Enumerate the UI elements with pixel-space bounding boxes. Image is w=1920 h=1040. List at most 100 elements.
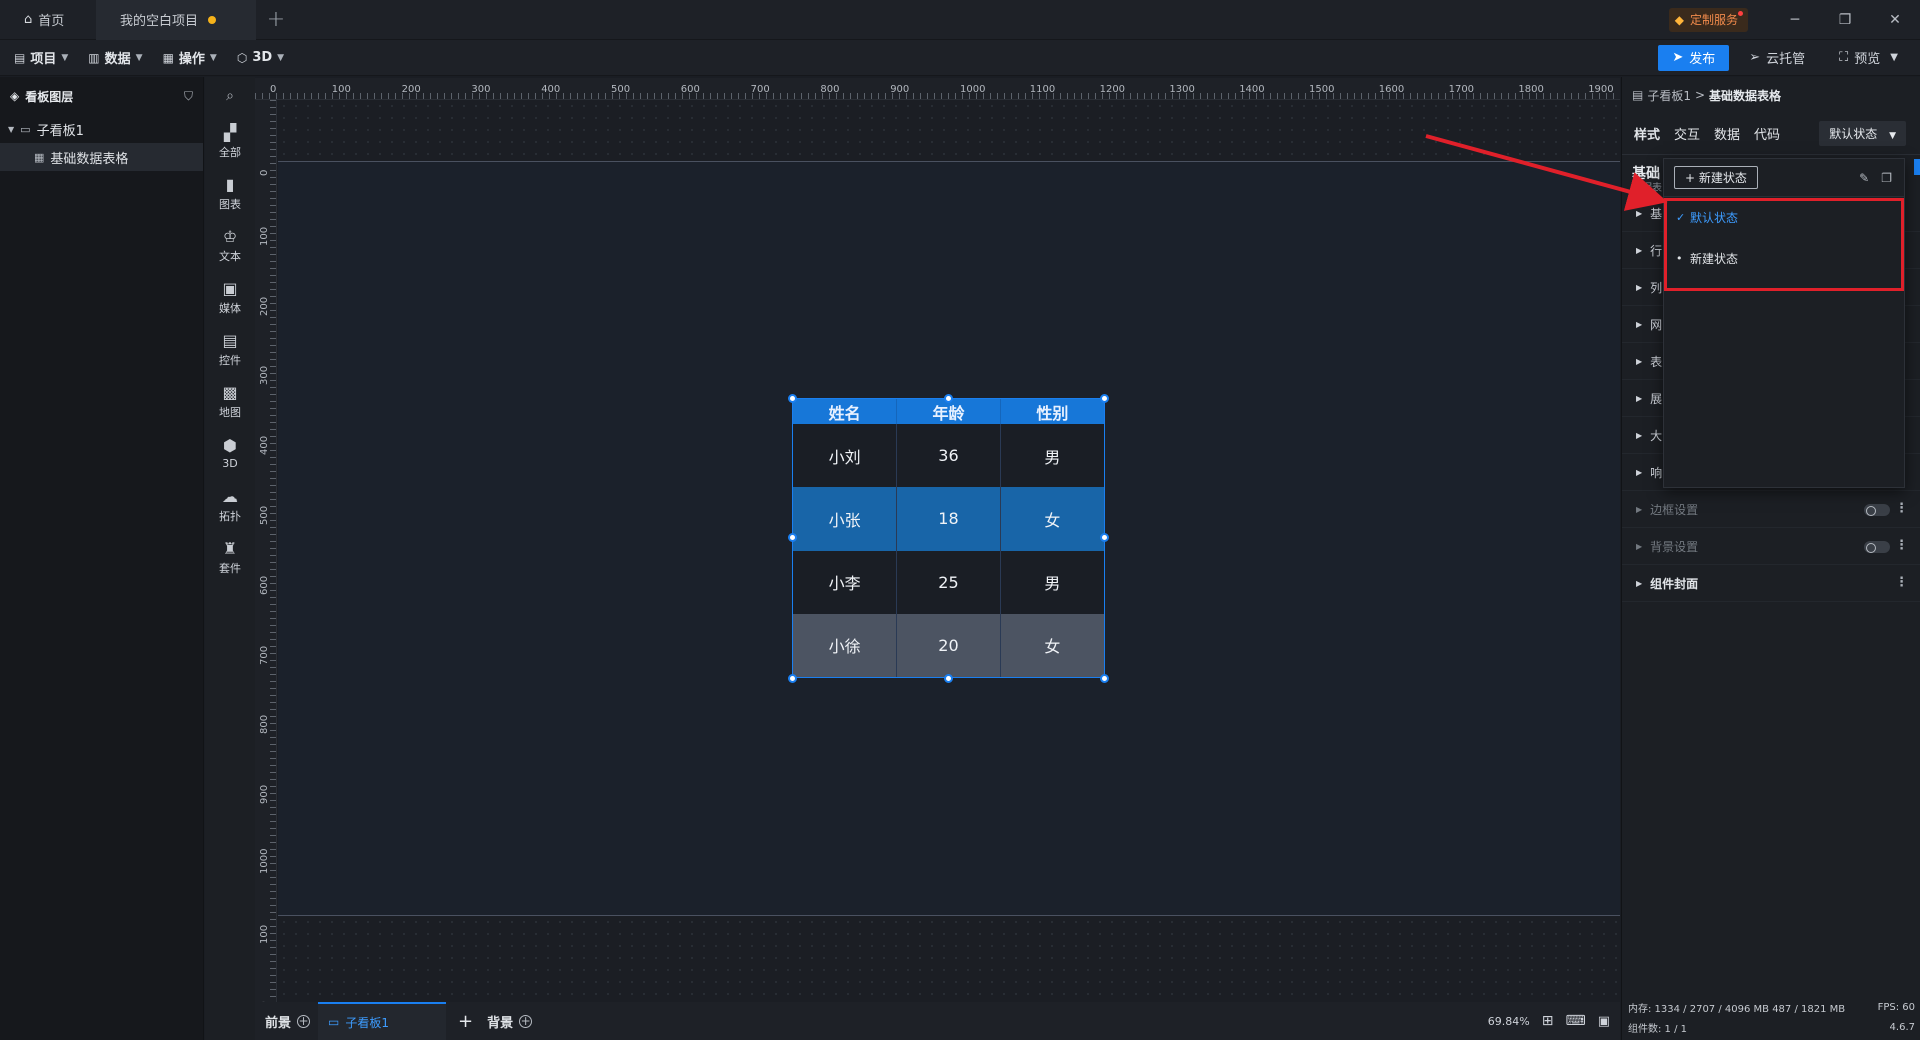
publish-button[interactable]: ➤ 发布 [1658,44,1730,71]
bar-chart-icon: ▮ [225,174,235,194]
foreground-layer[interactable]: 前景 + [265,1012,311,1031]
tab-home[interactable]: ⌂ 首页 [0,0,96,40]
add-subboard-button[interactable]: + [458,1011,473,1032]
more-vertical-icon[interactable]: ⋮ [1895,538,1908,553]
resize-handle-r[interactable] [1100,533,1109,542]
minimize-button[interactable]: ─ [1770,12,1820,28]
resize-handle-b[interactable] [944,674,953,683]
menu-3d[interactable]: ⬡ 3D ▼ [237,50,284,65]
resize-handle-bl[interactable] [788,674,797,683]
fit-screen-icon[interactable]: ⊞ [1542,1013,1554,1029]
section-background[interactable]: ▶ 背景设置 ⋮ [1622,528,1920,565]
layer-panel-title: 看板图层 [25,89,74,104]
comp-chart[interactable]: ▮ 图表 [205,167,255,219]
comp-media[interactable]: ▣ 媒体 [205,271,255,323]
filter-icon[interactable]: ⛉ [184,89,193,104]
memory-info: 内存: 1334 / 2707 / 4096 MB 487 / 1821 MB [1628,1003,1846,1015]
border-toggle[interactable] [1864,504,1890,516]
caret-right-icon: ▶ [1636,356,1643,366]
cloud-host-button[interactable]: ➢ 云托管 [1749,48,1805,67]
layer-item-parent[interactable]: ▼ ▭ 子看板1 [0,115,203,143]
breadcrumb-current: 基础数据表格 [1709,88,1782,103]
tab-data[interactable]: 数据 [1714,124,1740,143]
notification-dot [1738,10,1743,16]
add-tab-button[interactable]: + [256,7,296,32]
tab-interaction[interactable]: 交互 [1674,124,1700,143]
file-icon: ▤ [1632,88,1644,102]
data-table-widget[interactable]: 姓名 年龄 性别 小刘 36 男 小张 18 女 小李 25 男 小徐 20 女 [792,398,1105,678]
comp-map-label: 地图 [219,405,241,419]
add-circle-icon[interactable]: + [519,1014,533,1028]
subboard-tab[interactable]: ▭ 子看板1 [318,1002,447,1040]
table-header-cell: 性别 [1000,399,1104,424]
restore-button[interactable]: ❐ [1820,12,1870,28]
resize-handle-tl[interactable] [788,394,797,403]
more-vertical-icon[interactable]: ⋮ [1895,575,1908,590]
paper-plane-icon: ➢ [1749,50,1761,65]
zoom-level[interactable]: 69.84% [1488,1015,1530,1028]
tab-code[interactable]: 代码 [1754,124,1780,143]
comp-text[interactable]: ♔ 文本 [205,219,255,271]
comp-topology[interactable]: ☁ 拓扑 [205,479,255,531]
tab-project[interactable]: 我的空白项目 [96,0,256,40]
ruler-label: 1700 [1448,84,1475,95]
layer-panel-header: ◈ 看板图层 ⛉ [0,77,203,115]
component-subtitle: 数据表 [1632,183,1662,194]
preview-label: 预览 [1854,52,1881,67]
subboard-tab-label: 子看板1 [345,1015,389,1030]
table-icon: ▦ [34,150,45,164]
tab-style[interactable]: 样式 [1634,124,1660,143]
copy-icon[interactable]: ❐ [1881,171,1892,185]
comp-all[interactable]: ▞ 全部 [205,115,255,167]
close-button[interactable]: ✕ [1870,12,1920,28]
section-cover[interactable]: ▶ 组件封面 ⋮ [1622,565,1920,602]
menu-data[interactable]: ▥ 数据 ▼ [88,48,143,68]
ruler-label: 1800 [1518,84,1544,95]
layer-item-table[interactable]: ▦ 基础数据表格 [0,143,203,171]
state-select[interactable]: 默认状态 ▼ [1819,121,1906,146]
caret-down-icon[interactable]: ▼ [8,125,14,134]
breadcrumb-parent[interactable]: 子看板1 [1647,87,1691,104]
section-border[interactable]: ▶ 边框设置 ⋮ [1622,491,1920,528]
more-vertical-icon[interactable]: ⋮ [1895,501,1908,516]
table-row: 小张 18 女 [793,487,1104,551]
resize-handle-tr[interactable] [1100,394,1109,403]
ruler-label: 100 [259,924,270,944]
vertical-ruler: 0100200300400500600700800900100010000 [255,100,277,1002]
add-circle-icon[interactable]: + [297,1014,311,1028]
title-bar: ⌂ 首页 我的空白项目 + ◆ 定制服务 ─ ❐ ✕ [0,0,1920,40]
status-info: 内存: 1334 / 2707 / 4096 MB 487 / 1821 MB … [1622,997,1920,1037]
comp-kit-label: 套件 [219,561,241,575]
background-layer[interactable]: 背景 + [487,1012,533,1031]
layer-parent-label: 子看板1 [36,123,84,139]
section-label: 大 [1650,428,1663,443]
resize-handle-t[interactable] [944,394,953,403]
background-toggle[interactable] [1864,541,1890,553]
comp-map[interactable]: ▩ 地图 [205,375,255,427]
custom-service-button[interactable]: ◆ 定制服务 [1668,7,1748,32]
terminal-icon[interactable]: ▣ [1598,1014,1610,1029]
chevron-down-icon: ▼ [1889,131,1896,141]
comp-3d[interactable]: ⬢ 3D [205,427,255,479]
caret-right-icon: ▶ [1636,393,1643,403]
comp-media-label: 媒体 [219,301,241,315]
comp-kit[interactable]: ♜ 套件 [205,531,255,583]
comp-chart-label: 图表 [219,197,241,211]
menu-project[interactable]: ▤ 项目 ▼ [14,48,68,68]
tab-home-label: 首页 [38,14,65,29]
table-cell: 小刘 [793,424,898,488]
edit-icon[interactable]: ✎ [1859,171,1869,185]
table-cell: 小李 [793,550,898,614]
send-icon: ➤ [1672,50,1684,65]
resize-handle-br[interactable] [1100,674,1109,683]
keyboard-icon[interactable]: ⌨ [1565,1013,1585,1029]
caret-right-icon: ▶ [1636,467,1643,477]
chevron-down-icon: ▼ [135,52,143,63]
new-state-button[interactable]: + 新建状态 [1674,166,1758,189]
preview-button[interactable]: ⛶ 预览 ▼ [1839,48,1898,67]
comp-control[interactable]: ▤ 控件 [205,323,255,375]
menu-operate[interactable]: ▦ 操作 ▼ [163,48,217,68]
search-icon[interactable]: ⌕ [205,77,255,115]
resize-handle-l[interactable] [788,533,797,542]
section-background-label: 背景设置 [1650,539,1699,554]
